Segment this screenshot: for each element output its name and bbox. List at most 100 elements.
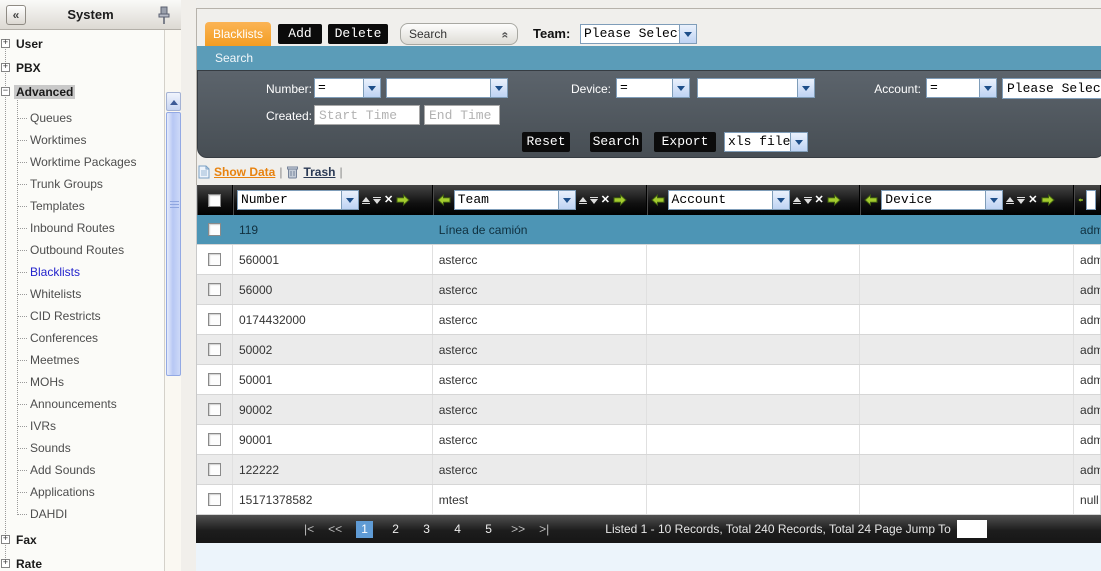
row-checkbox[interactable]	[208, 403, 221, 416]
number-value-combobox[interactable]	[386, 78, 508, 98]
team-select[interactable]: Please Select	[580, 24, 697, 44]
row-checkbox[interactable]	[208, 463, 221, 476]
sort-asc-icon[interactable]	[1006, 197, 1014, 204]
last-page-button[interactable]: >|	[539, 522, 549, 536]
column-select-device[interactable]: Device	[881, 190, 1003, 210]
expand-toggle-icon[interactable]: +	[1, 63, 10, 72]
sidebar-item-conferences[interactable]: Conferences	[0, 327, 164, 349]
row-checkbox[interactable]	[208, 283, 221, 296]
scrollbar-thumb[interactable]	[166, 112, 181, 376]
jump-to-page-input[interactable]	[957, 520, 987, 538]
sidebar-node-advanced[interactable]: −Advanced	[0, 80, 164, 104]
sidebar-item-outbound-routes[interactable]: Outbound Routes	[0, 239, 164, 261]
start-time-input[interactable]	[314, 105, 420, 125]
sidebar-item-trunk-groups[interactable]: Trunk Groups	[0, 173, 164, 195]
column-select-account[interactable]: Account	[668, 190, 790, 210]
sidebar-item-worktime-packages[interactable]: Worktime Packages	[0, 151, 164, 173]
table-row[interactable]: 122222asterccadm	[197, 455, 1101, 485]
remove-column-icon[interactable]: ✕	[815, 194, 824, 206]
search-button[interactable]: Search	[590, 132, 642, 152]
row-checkbox[interactable]	[208, 433, 221, 446]
expand-toggle-icon[interactable]: +	[1, 559, 10, 568]
sidebar-item-mohs[interactable]: MOHs	[0, 371, 164, 393]
sort-desc-icon[interactable]	[804, 197, 812, 204]
move-column-right-icon[interactable]	[396, 194, 410, 206]
scroll-up-icon[interactable]	[166, 92, 181, 111]
table-row[interactable]: 50002asterccadm	[197, 335, 1101, 365]
sidebar-item-dahdi[interactable]: DAHDI	[0, 503, 164, 525]
sidebar-node-fax[interactable]: +Fax	[0, 528, 164, 552]
move-column-left-icon[interactable]	[864, 194, 878, 206]
sidebar-scrollbar[interactable]	[164, 30, 181, 571]
table-row[interactable]: 560001asterccadm	[197, 245, 1101, 275]
page-button-1[interactable]: 1	[356, 521, 373, 538]
panel-splitter[interactable]	[181, 0, 196, 571]
sidebar-item-queues[interactable]: Queues	[0, 107, 164, 129]
sidebar-node-user[interactable]: +User	[0, 32, 164, 56]
device-value-combobox[interactable]	[697, 78, 815, 98]
sidebar-item-applications[interactable]: Applications	[0, 481, 164, 503]
sort-asc-icon[interactable]	[793, 197, 801, 204]
table-row[interactable]: 50001asterccadm	[197, 365, 1101, 395]
device-operator-select[interactable]: =	[616, 78, 690, 98]
first-page-button[interactable]: |<	[304, 522, 314, 536]
move-column-left-icon[interactable]	[1078, 194, 1083, 206]
delete-button[interactable]: Delete	[328, 24, 388, 44]
row-checkbox[interactable]	[208, 253, 221, 266]
table-row[interactable]: 15171378582mtestnull	[197, 485, 1101, 515]
move-column-right-icon[interactable]	[613, 194, 627, 206]
sort-asc-icon[interactable]	[579, 197, 587, 204]
reset-button[interactable]: Reset	[522, 132, 570, 152]
add-button[interactable]: Add	[278, 24, 322, 44]
sidebar-item-blacklists[interactable]: Blacklists	[0, 261, 164, 283]
expand-toggle-icon[interactable]: +	[1, 39, 10, 48]
row-checkbox[interactable]	[208, 313, 221, 326]
pin-icon[interactable]	[155, 5, 173, 25]
move-column-right-icon[interactable]	[827, 194, 841, 206]
sidebar-item-templates[interactable]: Templates	[0, 195, 164, 217]
sidebar-item-meetmes[interactable]: Meetmes	[0, 349, 164, 371]
tab-blacklists[interactable]: Blacklists	[205, 22, 271, 46]
number-operator-select[interactable]: =	[314, 78, 381, 98]
trash-link[interactable]: Trash	[303, 165, 335, 179]
search-collapse-button[interactable]: Search «	[400, 23, 518, 45]
sort-desc-icon[interactable]	[373, 197, 381, 204]
sidebar-item-sounds[interactable]: Sounds	[0, 437, 164, 459]
sidebar-item-cid-restricts[interactable]: CID Restricts	[0, 305, 164, 327]
page-button-5[interactable]: 5	[480, 521, 497, 538]
sidebar-node-rate[interactable]: +Rate	[0, 552, 164, 571]
page-button-3[interactable]: 3	[418, 521, 435, 538]
table-row[interactable]: 56000asterccadm	[197, 275, 1101, 305]
remove-column-icon[interactable]: ✕	[1028, 194, 1037, 206]
export-format-select[interactable]: xls file	[724, 132, 808, 152]
move-column-left-icon[interactable]	[651, 194, 665, 206]
end-time-input[interactable]	[424, 105, 500, 125]
export-button[interactable]: Export	[654, 132, 716, 152]
show-data-link[interactable]: Show Data	[214, 165, 275, 179]
table-row[interactable]: 119Línea de camiónadm	[197, 215, 1101, 245]
collapse-toggle-icon[interactable]: −	[1, 87, 10, 96]
account-operator-select[interactable]: =	[926, 78, 997, 98]
row-checkbox[interactable]	[208, 373, 221, 386]
column-select-number[interactable]: Number	[237, 190, 359, 210]
column-select-partial[interactable]	[1086, 190, 1096, 210]
prev-page-button[interactable]: <<	[328, 522, 342, 536]
expand-toggle-icon[interactable]: +	[1, 535, 10, 544]
sidebar-node-pbx[interactable]: +PBX	[0, 56, 164, 80]
next-page-button[interactable]: >>	[511, 522, 525, 536]
search-section-header[interactable]: Search	[197, 46, 1101, 70]
sort-asc-icon[interactable]	[362, 197, 370, 204]
table-row[interactable]: 0174432000asterccadm	[197, 305, 1101, 335]
sidebar-item-whitelists[interactable]: Whitelists	[0, 283, 164, 305]
account-value-select[interactable]: Please Select	[1002, 78, 1101, 99]
remove-column-icon[interactable]: ✕	[384, 194, 393, 206]
sidebar-item-ivrs[interactable]: IVRs	[0, 415, 164, 437]
select-all-checkbox[interactable]	[208, 194, 221, 207]
move-column-right-icon[interactable]	[1041, 194, 1055, 206]
remove-column-icon[interactable]: ✕	[601, 194, 610, 206]
sidebar-item-inbound-routes[interactable]: Inbound Routes	[0, 217, 164, 239]
row-checkbox[interactable]	[208, 343, 221, 356]
table-row[interactable]: 90002asterccadm	[197, 395, 1101, 425]
sort-desc-icon[interactable]	[590, 197, 598, 204]
page-button-2[interactable]: 2	[387, 521, 404, 538]
